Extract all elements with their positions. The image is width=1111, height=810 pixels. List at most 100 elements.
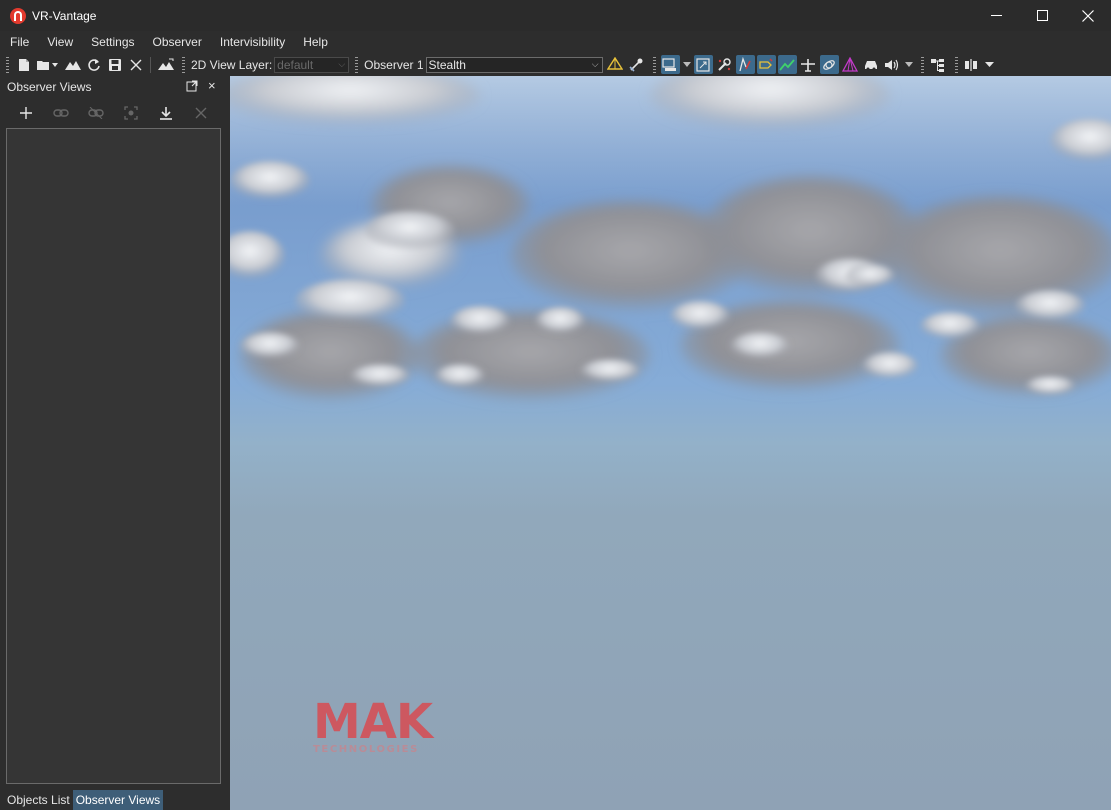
delete-view-button[interactable]: [183, 102, 218, 124]
audio-dropdown[interactable]: [904, 55, 914, 74]
open-button[interactable]: [35, 55, 61, 74]
frustum-icon: [842, 56, 859, 72]
pin-icon: [629, 58, 643, 72]
chart-button[interactable]: [777, 55, 797, 74]
satellite-button[interactable]: [819, 55, 839, 74]
unlink-view-button[interactable]: [78, 102, 113, 124]
panel-header: Observer Views ×: [0, 76, 229, 98]
save-button[interactable]: [105, 55, 124, 74]
fit-view-button[interactable]: [693, 55, 713, 74]
chevron-down-icon: [682, 62, 691, 67]
view-layer-value: default: [277, 57, 314, 72]
menu-view[interactable]: View: [37, 35, 81, 49]
audio-button[interactable]: [883, 55, 902, 74]
terrain-edit-button[interactable]: [156, 55, 175, 74]
line-graph-icon: [779, 58, 795, 71]
add-view-button[interactable]: [8, 102, 43, 124]
pyramid-view-button[interactable]: [841, 55, 860, 74]
title-bar: VR-Vantage: [0, 0, 1111, 31]
toolbar-grip-5[interactable]: [920, 56, 924, 73]
chevron-down-icon: [904, 62, 913, 67]
observer-label: Observer 1: [364, 57, 424, 72]
mak-logo-text: MAK: [313, 694, 433, 750]
observer-views-panel: Observer Views × Objects List Observer V…: [0, 76, 229, 810]
label-icon: [759, 58, 773, 69]
view-layer-select[interactable]: default ⌵: [274, 56, 350, 73]
close-panel-icon[interactable]: ×: [208, 78, 216, 93]
align-button[interactable]: [963, 55, 982, 74]
tools-button[interactable]: [715, 55, 734, 74]
menu-file[interactable]: File: [0, 35, 37, 49]
delete-icon: [195, 107, 206, 119]
align-icon: [965, 58, 978, 71]
minimize-icon: [990, 15, 1002, 16]
terrain-button[interactable]: [63, 55, 82, 74]
observer-mode-value: Stealth: [428, 57, 466, 72]
chevron-down-icon: [985, 62, 995, 67]
minimize-button[interactable]: [973, 0, 1019, 31]
save-icon: [108, 58, 121, 71]
3d-viewport[interactable]: MAK TECHNOLOGIES: [230, 76, 1111, 810]
mak-logo: MAK TECHNOLOGIES: [313, 694, 433, 755]
download-view-button[interactable]: [148, 102, 183, 124]
open-folder-icon: [37, 60, 58, 70]
menu-help[interactable]: Help: [293, 35, 336, 49]
panel-toolbar: [8, 102, 218, 124]
panel-title: Observer Views: [7, 80, 92, 94]
hierarchy-button[interactable]: [929, 55, 948, 74]
add-icon: [19, 107, 32, 119]
toolbar-grip-6[interactable]: [954, 56, 958, 73]
aircraft-button[interactable]: [799, 55, 818, 74]
observer-mode-select[interactable]: Stealth ⌵: [425, 56, 603, 73]
reload-button[interactable]: [84, 55, 103, 74]
toolbar: 2D View Layer: default ⌵ Observer 1 Stea…: [0, 53, 1111, 76]
link-icon: [52, 109, 69, 117]
vehicle-button[interactable]: [862, 55, 881, 74]
toolbar-grip-3[interactable]: [355, 56, 359, 73]
toolbar-grip-2[interactable]: [182, 56, 185, 73]
chevron-down-icon: ⌵: [591, 58, 599, 69]
maximize-icon: [1036, 10, 1048, 21]
tab-observer-views[interactable]: Observer Views: [72, 790, 164, 810]
unlink-icon: [87, 107, 104, 119]
maximize-button[interactable]: [1019, 0, 1065, 31]
window-title: VR-Vantage: [32, 8, 97, 23]
app-logo-icon: [10, 7, 26, 24]
pyramid-icon: [607, 56, 624, 70]
close-button[interactable]: [1065, 0, 1111, 31]
panel-tabs: Objects List Observer Views: [4, 790, 164, 810]
menu-settings[interactable]: Settings: [81, 35, 142, 49]
close-scenario-button[interactable]: [126, 55, 145, 74]
float-panel-icon[interactable]: [186, 80, 198, 92]
link-view-button[interactable]: [43, 102, 78, 124]
toolbar-grip-4[interactable]: [652, 56, 656, 73]
fit-view-icon: [696, 57, 710, 72]
shape-button[interactable]: [735, 55, 755, 74]
window-controls: [973, 0, 1111, 31]
observer-target-button[interactable]: [606, 55, 625, 74]
attach-button[interactable]: [627, 55, 646, 74]
download-icon: [159, 106, 172, 120]
satellite-icon: [823, 59, 835, 70]
menu-intervisibility[interactable]: Intervisibility: [210, 35, 293, 49]
menu-observer[interactable]: Observer: [143, 35, 210, 49]
speaker-icon: [885, 59, 899, 70]
plane-icon: [801, 58, 816, 72]
view-2d-dropdown[interactable]: [682, 55, 692, 74]
toolbar-separator: [150, 56, 151, 73]
chevron-down-icon: ⌵: [338, 58, 346, 69]
capture-view-button[interactable]: [113, 102, 148, 124]
observer-views-list[interactable]: [6, 128, 221, 784]
align-dropdown[interactable]: [984, 55, 996, 74]
new-file-button[interactable]: [14, 55, 33, 74]
new-file-icon: [18, 58, 29, 71]
hierarchy-icon: [931, 58, 945, 72]
label-button[interactable]: [756, 55, 776, 74]
reload-icon: [87, 58, 100, 71]
capture-icon: [123, 106, 138, 120]
tab-objects-list[interactable]: Objects List: [4, 790, 73, 810]
view-layer-label: 2D View Layer:: [191, 57, 273, 72]
toolbar-grip[interactable]: [6, 56, 9, 73]
view-2d-button[interactable]: [660, 55, 680, 74]
shape-draw-icon: [739, 56, 751, 71]
